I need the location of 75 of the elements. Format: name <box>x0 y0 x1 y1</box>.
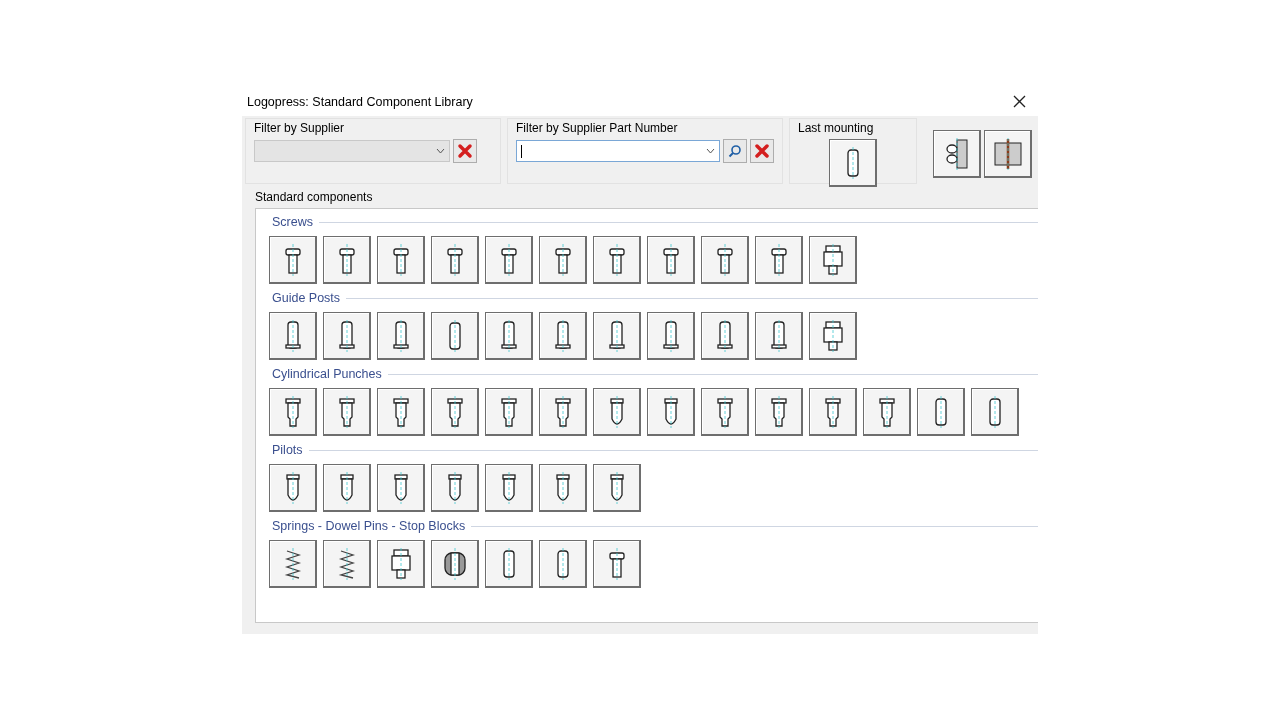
section-title: Guide Posts <box>272 291 341 305</box>
last-mounting-button[interactable] <box>829 139 877 187</box>
component-button[interactable] <box>269 388 317 436</box>
group-label: Last mounting <box>798 121 875 135</box>
component-button[interactable] <box>647 312 695 360</box>
group-label: Standard components <box>255 190 374 204</box>
component-button[interactable] <box>431 464 479 512</box>
mount-post-icon <box>991 136 1024 171</box>
component-button[interactable] <box>701 236 749 284</box>
component-button[interactable] <box>269 464 317 512</box>
dropdown-field[interactable] <box>516 140 720 162</box>
mounting-button[interactable] <box>984 130 1032 178</box>
component-button[interactable] <box>647 236 695 284</box>
group-label: Filter by Supplier <box>254 121 346 135</box>
component-button[interactable] <box>485 388 533 436</box>
component-button[interactable] <box>593 540 641 588</box>
delete-icon <box>754 143 770 159</box>
component-button[interactable] <box>431 388 479 436</box>
close-icon <box>1013 95 1026 108</box>
component-button[interactable] <box>755 388 803 436</box>
component-button[interactable] <box>755 312 803 360</box>
component-button[interactable] <box>539 464 587 512</box>
component-button[interactable] <box>323 236 371 284</box>
component-button[interactable] <box>431 312 479 360</box>
component-button[interactable] <box>269 312 317 360</box>
component-button[interactable] <box>809 312 857 360</box>
text-cursor <box>521 144 522 158</box>
component-button[interactable] <box>809 236 857 284</box>
component-button[interactable] <box>431 540 479 588</box>
component-button[interactable] <box>701 388 749 436</box>
component-button[interactable] <box>593 312 641 360</box>
caret-icon <box>706 148 715 154</box>
component-button[interactable] <box>377 312 425 360</box>
component-button[interactable] <box>269 236 317 284</box>
component-button[interactable] <box>539 540 587 588</box>
component-button[interactable] <box>269 540 317 588</box>
component-button[interactable] <box>539 388 587 436</box>
component-button[interactable] <box>917 388 965 436</box>
component-button[interactable] <box>485 312 533 360</box>
component-button[interactable] <box>323 312 371 360</box>
search-button[interactable] <box>723 139 747 163</box>
clear-button[interactable] <box>453 139 477 163</box>
component-button[interactable] <box>863 388 911 436</box>
component-button[interactable] <box>593 236 641 284</box>
component-button[interactable] <box>971 388 1019 436</box>
component-button[interactable] <box>377 236 425 284</box>
component-button[interactable] <box>539 312 587 360</box>
delete-icon <box>457 143 473 159</box>
component-button[interactable] <box>485 236 533 284</box>
section-title: Springs - Dowel Pins - Stop Blocks <box>272 519 466 533</box>
component-button[interactable] <box>431 236 479 284</box>
component-button[interactable] <box>755 236 803 284</box>
caret-icon <box>436 148 445 154</box>
component-button[interactable] <box>593 464 641 512</box>
component-button[interactable] <box>377 464 425 512</box>
component-button[interactable] <box>701 312 749 360</box>
component-button[interactable] <box>323 540 371 588</box>
component-button[interactable] <box>647 388 695 436</box>
component-button[interactable] <box>377 388 425 436</box>
component-button[interactable] <box>593 388 641 436</box>
component-button[interactable] <box>809 388 857 436</box>
mounting-button[interactable] <box>933 130 981 178</box>
component-button[interactable] <box>539 236 587 284</box>
search-icon <box>728 144 742 158</box>
component-button[interactable] <box>485 540 533 588</box>
component-button[interactable] <box>377 540 425 588</box>
section-title: Screws <box>272 215 313 229</box>
group-label: Filter by Supplier Part Number <box>516 121 679 135</box>
clear-button[interactable] <box>750 139 774 163</box>
component-button[interactable] <box>485 464 533 512</box>
component-button[interactable] <box>323 464 371 512</box>
component-button[interactable] <box>323 388 371 436</box>
section-title: Pilots <box>272 443 303 457</box>
section-title: Cylindrical Punches <box>272 367 382 381</box>
window-title: Logopress: Standard Component Library <box>247 95 473 109</box>
